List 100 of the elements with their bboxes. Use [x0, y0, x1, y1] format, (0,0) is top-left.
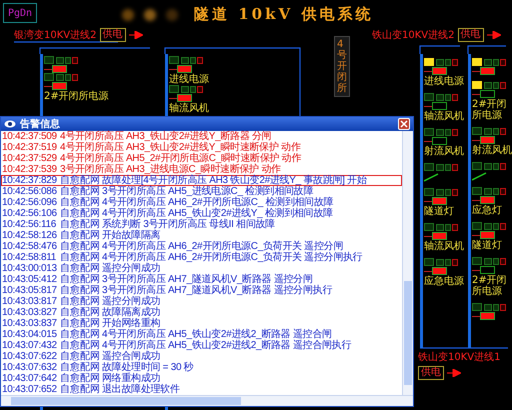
log-time: 10:42:58:811	[2, 252, 58, 263]
indicator-icon	[484, 58, 506, 66]
feeder-label: 应急灯	[472, 205, 502, 216]
log-time: 10:43:07:432	[2, 340, 58, 351]
log-source: 自愈配网	[60, 362, 101, 373]
log-source: 自愈配网	[60, 186, 101, 197]
log-row[interactable]: 10:43:07:622 自愈配网 遥控合闸成功	[1, 351, 402, 362]
indicator-icon	[484, 258, 506, 264]
log-message: 开始故障隔离	[102, 230, 160, 241]
log-message: 开始网络重构	[102, 318, 160, 329]
station-label: 4号开闭所	[334, 36, 350, 97]
log-row[interactable]: 10:43:05:817 自愈配网 3号开闭所高压 AH7_隧道风机V_断路器 遥控分闸执行	[1, 285, 402, 296]
log-message: 退出故障处理软件	[102, 384, 180, 395]
feeder-label: 射流风机	[424, 146, 464, 157]
incoming-line-label: 铁山变10KV进线1	[418, 350, 500, 364]
feeder-line	[169, 68, 177, 70]
breaker[interactable]	[432, 102, 447, 110]
log-row[interactable]: 10:43:05:412 自愈配网 3号开闭所高压 AH7_隧道风机V_断路器 遥控分闸	[1, 274, 402, 285]
indicator-icon	[436, 94, 458, 100]
supply-button[interactable]: 供电	[458, 28, 484, 42]
log-row[interactable]: 10:42:56:096 自愈配网 4号开闭所高压 AH6_2#开闭所电源C_ 检测到相间故障	[1, 197, 402, 208]
feeder-label: 2#开闭所电源	[44, 91, 109, 102]
vertical-scrollbar[interactable]	[402, 131, 413, 395]
log-message: 4号开闭所高压 AH6_2#开闭所电源C_ 检测到相间故障	[102, 197, 334, 208]
log-time: 10:42:37:529	[2, 153, 58, 164]
log-time: 10:43:07:622	[2, 351, 58, 362]
indicator-icon	[56, 74, 78, 80]
supply-button[interactable]: 供电	[100, 28, 126, 42]
log-source: 自愈配网	[60, 340, 101, 351]
log-message: 4号开闭所高压 AH5_铁山变2#进线2_断路器 遥控合闸	[102, 329, 332, 340]
log-time: 10:42:37:539	[2, 164, 58, 175]
log-source: 自愈配网	[60, 263, 101, 274]
indicator-icon	[484, 162, 506, 170]
log-row[interactable]: 10:43:03:817 自愈配网 遥控分闸成功	[1, 296, 402, 307]
log-row[interactable]: 10:42:37:829 自愈配网 故障处理[4号开闭所高压 AH3 铁山变2#进线Y_ 事故跳闸] 开始	[1, 175, 402, 186]
horizontal-scrollbar[interactable]	[1, 395, 413, 406]
log-source: 自愈配网	[60, 296, 101, 307]
log-source: 自愈配网	[60, 307, 101, 318]
breaker[interactable]	[480, 266, 495, 274]
log-time: 10:43:03:837	[2, 318, 58, 329]
log-row[interactable]: 10:42:56:106 自愈配网 4号开闭所高压 AH5_铁山变2#进线Y_ 检测到相间故障	[1, 208, 402, 219]
log-row[interactable]: 10:42:58:811 自愈配网 4号开闭所高压 AH6_2#开闭所电源C_负荷开关 遥控分闸执行	[1, 252, 402, 263]
indicator-icon	[436, 224, 458, 230]
log-row[interactable]: 10:43:00:013 自愈配网 遥控分闸成功	[1, 263, 402, 274]
log-row[interactable]: 10:42:56:086 自愈配网 3号开闭所高压 AH5_进线电源C_ 检测到相间故障	[1, 186, 402, 197]
log-time: 10:42:58:126	[2, 230, 58, 241]
indicator-icon	[56, 56, 78, 64]
log-source: 自愈配网	[60, 197, 101, 208]
log-row[interactable]: 10:43:04:015 自愈配网 4号开闭所高压 AH5_铁山变2#进线2_断路器 遥控合闸	[1, 329, 402, 340]
log-row[interactable]: 10:42:37:529 4号开闭所高压 AH5_2#开闭所电源C_瞬时速断保护 动作	[1, 153, 402, 164]
feeder-label: 隧道灯	[424, 206, 454, 217]
log-source: 自愈配网	[60, 384, 101, 395]
close-icon	[400, 120, 408, 128]
log-message: 4号开闭所高压 AH6_2#开闭所电源C_负荷开关 遥控分闸执行	[102, 252, 362, 263]
log-time: 10:42:37:829	[2, 175, 58, 186]
close-button[interactable]	[398, 118, 410, 130]
log-message: 故障隔离成功	[102, 307, 160, 318]
window-title: 告警信息	[20, 118, 61, 131]
log-time: 10:42:37:509	[2, 131, 58, 142]
breaker[interactable]	[480, 90, 495, 98]
log-row[interactable]: 10:42:37:509 4号开闭所高压 AH3_铁山变2#进线Y_断路器 分闸	[1, 131, 402, 142]
log-row[interactable]: 10:42:37:519 4号开闭所高压 AH3_铁山变2#进线Y_瞬时速断保护 动作	[1, 142, 402, 153]
log-row[interactable]: 10:42:37:539 3号开闭所高压 AH3_进线电源C_瞬时速断保护 动作	[1, 164, 402, 175]
log-time: 10:43:07:652	[2, 384, 58, 395]
supply-button[interactable]: 供电	[418, 366, 444, 380]
log-row[interactable]: 10:43:07:632 自愈配网 故障处理时间 = 30 秒	[1, 362, 402, 373]
log-row[interactable]: 10:42:56:116 自愈配网 系统判断 3号开闭所高压 母线II 相间故障	[1, 219, 402, 230]
log-message: 4号开闭所高压 AH3_铁山变2#进线Y_断路器 分闸	[60, 131, 272, 142]
log-time: 10:42:56:116	[2, 219, 58, 230]
breaker[interactable]	[432, 137, 447, 145]
system-title: 隧道 10kV 供电系统	[194, 5, 374, 24]
log-source: 自愈配网	[60, 219, 101, 230]
indicator-icon	[484, 128, 506, 134]
log-time: 10:43:03:827	[2, 307, 58, 318]
log-row[interactable]: 10:43:07:642 自愈配网 网络重构成功	[1, 373, 402, 384]
log-row[interactable]: 10:43:03:837 自愈配网 开始网络重构	[1, 318, 402, 329]
log-message: 3号开闭所高压 AH7_隧道风机V_断路器 遥控分闸	[102, 274, 313, 285]
log-time: 10:43:04:015	[2, 329, 58, 340]
log-source: 自愈配网	[60, 274, 101, 285]
log-row[interactable]: 10:43:03:827 自愈配网 故障隔离成功	[1, 307, 402, 318]
feeder-line	[424, 140, 432, 142]
log-row[interactable]: 10:42:58:476 自愈配网 4号开闭所高压 AH6_2#开闭所电源C_负荷开关 遥控分闸	[1, 241, 402, 252]
indicator-icon	[181, 86, 203, 92]
log-message: 3号开闭所高压 AH5_进线电源C_ 检测到相间故障	[102, 186, 314, 197]
log-time: 10:42:58:476	[2, 241, 58, 252]
log-source: 自愈配网	[60, 208, 101, 219]
log-row[interactable]: 10:43:07:432 自愈配网 4号开闭所高压 AH5_铁山变2#进线2_断路器 遥控合闸执行	[1, 340, 402, 351]
log-message: 遥控分闸成功	[102, 263, 160, 274]
log-time: 10:42:56:096	[2, 197, 58, 208]
log-source: 自愈配网	[60, 373, 101, 384]
feeder-line	[424, 270, 432, 272]
arrow-icon	[447, 369, 461, 377]
log-row[interactable]: 10:42:58:126 自愈配网 开始故障隔离	[1, 230, 402, 241]
log-message: 4号开闭所高压 AH5_2#开闭所电源C_瞬时速断保护 动作	[60, 153, 302, 164]
log-message: 遥控分闸成功	[102, 296, 160, 307]
log-source: 自愈配网	[60, 329, 101, 340]
log-row[interactable]: 10:43:07:652 自愈配网 退出故障处理软件	[1, 384, 402, 395]
log-message: 4号开闭所高压 AH5_铁山变2#进线Y_ 检测到相间故障	[102, 208, 333, 219]
feeder-line	[424, 70, 432, 72]
page-down-button[interactable]: PgDn	[3, 3, 37, 23]
